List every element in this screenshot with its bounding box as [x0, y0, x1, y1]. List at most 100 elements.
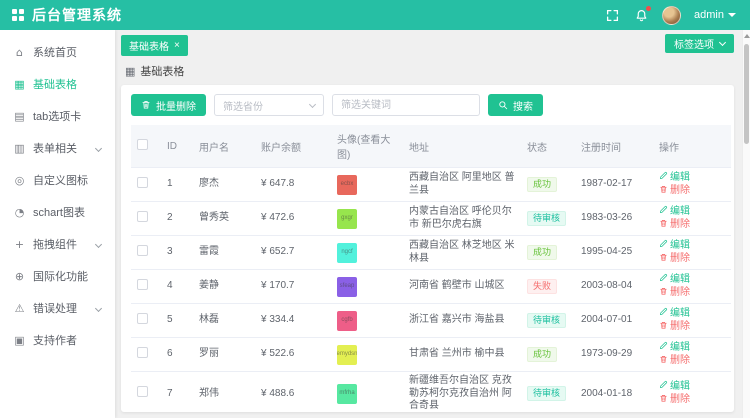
sidebar-item-home[interactable]: ⌂系统首页 [0, 36, 115, 68]
chevron-down-icon [95, 304, 102, 311]
sidebar-item-custom-icon[interactable]: ◎自定义图标 [0, 164, 115, 196]
cell-id: 6 [161, 338, 193, 372]
cell-date: 2004-07-01 [575, 304, 653, 338]
globe-icon: ⊕ [13, 270, 26, 283]
avatar[interactable]: mfrha [337, 384, 357, 404]
chevron-down-icon [95, 144, 102, 151]
sidebar-item-drag[interactable]: +拖拽组件 [0, 228, 115, 260]
province-select[interactable]: 筛选省份 [214, 94, 324, 116]
cell-username: 姜静 [193, 270, 255, 304]
search-button[interactable]: 搜索 [488, 94, 543, 116]
pencil-icon [659, 171, 668, 185]
avatar[interactable]: cgfb [337, 311, 357, 331]
column-header: 头像(查看大图) [331, 125, 403, 168]
cell-avatar: cgfb [331, 304, 403, 338]
cell-id: 1 [161, 168, 193, 202]
cell-address: 西藏自治区 阿里地区 普兰县 [403, 168, 521, 202]
avatar[interactable]: gxgr [337, 209, 357, 229]
cell-username: 林磊 [193, 304, 255, 338]
trash-icon [659, 287, 668, 301]
tab-basic-table[interactable]: 基础表格 × [121, 35, 188, 56]
edit-button[interactable]: 编辑 [659, 341, 690, 355]
column-header: 地址 [403, 125, 521, 168]
edit-button[interactable]: 编辑 [659, 380, 690, 394]
delete-button[interactable]: 删除 [659, 287, 690, 301]
select-all-checkbox[interactable] [137, 139, 148, 150]
row-checkbox[interactable] [137, 347, 148, 358]
column-header: 状态 [521, 125, 575, 168]
delete-button[interactable]: 删除 [659, 185, 690, 199]
page-scrollbar[interactable] [742, 30, 750, 418]
table-row: 5林磊¥ 334.4cgfb浙江省 嘉兴市 海盐县待审核2004-07-01编辑… [131, 304, 731, 338]
cell-avatar: emydsn [331, 338, 403, 372]
keyword-input[interactable] [332, 94, 480, 116]
status-badge: 待审核 [527, 211, 566, 226]
cell-balance: ¥ 647.8 [255, 168, 331, 202]
cell-id: 3 [161, 236, 193, 270]
sidebar-item-label: 错误处理 [33, 300, 77, 316]
delete-button[interactable]: 删除 [659, 253, 690, 267]
avatar[interactable]: sfeap [337, 277, 357, 297]
search-label: 搜索 [513, 98, 533, 113]
column-header: 注册时间 [575, 125, 653, 168]
sidebar-item-forms[interactable]: ▥ 表单相关 [0, 132, 115, 164]
tag-options-button[interactable]: 标签选项 [665, 34, 734, 53]
edit-button[interactable]: 编辑 [659, 273, 690, 287]
cell-status: 成功 [521, 236, 575, 270]
chevron-down-icon [728, 13, 736, 17]
sidebar-item-tabs[interactable]: ▤tab选项卡 [0, 100, 115, 132]
edit-button[interactable]: 编辑 [659, 171, 690, 185]
batch-delete-button[interactable]: 批量删除 [131, 94, 206, 116]
cell-status: 待审核 [521, 304, 575, 338]
sidebar-item-i18n[interactable]: ⊕国际化功能 [0, 260, 115, 292]
cell-actions: 编辑删除 [653, 304, 731, 338]
scrollbar-thumb[interactable] [744, 44, 749, 144]
users-table: ID用户名账户余额头像(查看大图)地址状态注册时间操作 1廖杰¥ 647.8 ec… [131, 125, 731, 412]
avatar[interactable]: ngcf [337, 243, 357, 263]
avatar[interactable]: emydsn [337, 345, 357, 365]
delete-button[interactable]: 删除 [659, 321, 690, 335]
row-checkbox[interactable] [137, 177, 148, 188]
delete-button[interactable]: 删除 [659, 219, 690, 233]
brand: 后台管理系统 [0, 5, 122, 25]
province-select-placeholder: 筛选省份 [223, 98, 263, 113]
row-checkbox[interactable] [137, 313, 148, 324]
row-checkbox[interactable] [137, 386, 148, 397]
table-header-row: ID用户名账户余额头像(查看大图)地址状态注册时间操作 [131, 125, 731, 168]
row-checkbox[interactable] [137, 245, 148, 256]
cell-status: 成功 [521, 168, 575, 202]
cell-username: 廖杰 [193, 168, 255, 202]
sidebar-item-schart[interactable]: ◔schart图表 [0, 196, 115, 228]
sidebar-item-errors[interactable]: ⚠错误处理 [0, 292, 115, 324]
avatar[interactable]: ecbx [337, 175, 357, 195]
cell-actions: 编辑删除 [653, 202, 731, 236]
pencil-icon [659, 341, 668, 355]
sidebar-item-author[interactable]: ▣支持作者 [0, 324, 115, 356]
close-icon[interactable]: × [174, 41, 180, 51]
sidebar-item-label: 拖拽组件 [33, 236, 77, 252]
edit-button[interactable]: 编辑 [659, 307, 690, 321]
cell-actions: 编辑删除 [653, 168, 731, 202]
cell-actions: 编辑删除 [653, 372, 731, 413]
table-icon: ▦ [125, 65, 135, 78]
fullscreen-icon[interactable] [604, 7, 620, 23]
tab-label: 基础表格 [129, 38, 169, 53]
status-badge: 成功 [527, 177, 557, 192]
chart-icon: ◔ [13, 206, 26, 219]
edit-button[interactable]: 编辑 [659, 205, 690, 219]
edit-button[interactable]: 编辑 [659, 239, 690, 253]
sidebar-item-basic-table[interactable]: ▦基础表格 [0, 68, 115, 100]
form-icon: ▥ [13, 142, 26, 155]
user-menu[interactable]: admin [694, 9, 736, 21]
column-header: 用户名 [193, 125, 255, 168]
delete-button[interactable]: 删除 [659, 355, 690, 369]
sidebar-item-label: 表单相关 [33, 140, 77, 156]
row-checkbox[interactable] [137, 211, 148, 222]
cell-date: 1973-09-29 [575, 338, 653, 372]
scroll-up-arrow-icon[interactable] [744, 34, 750, 38]
cell-avatar: gxgr [331, 202, 403, 236]
bell-icon[interactable] [633, 7, 649, 23]
delete-button[interactable]: 删除 [659, 394, 690, 408]
user-avatar[interactable] [662, 6, 681, 25]
row-checkbox[interactable] [137, 279, 148, 290]
